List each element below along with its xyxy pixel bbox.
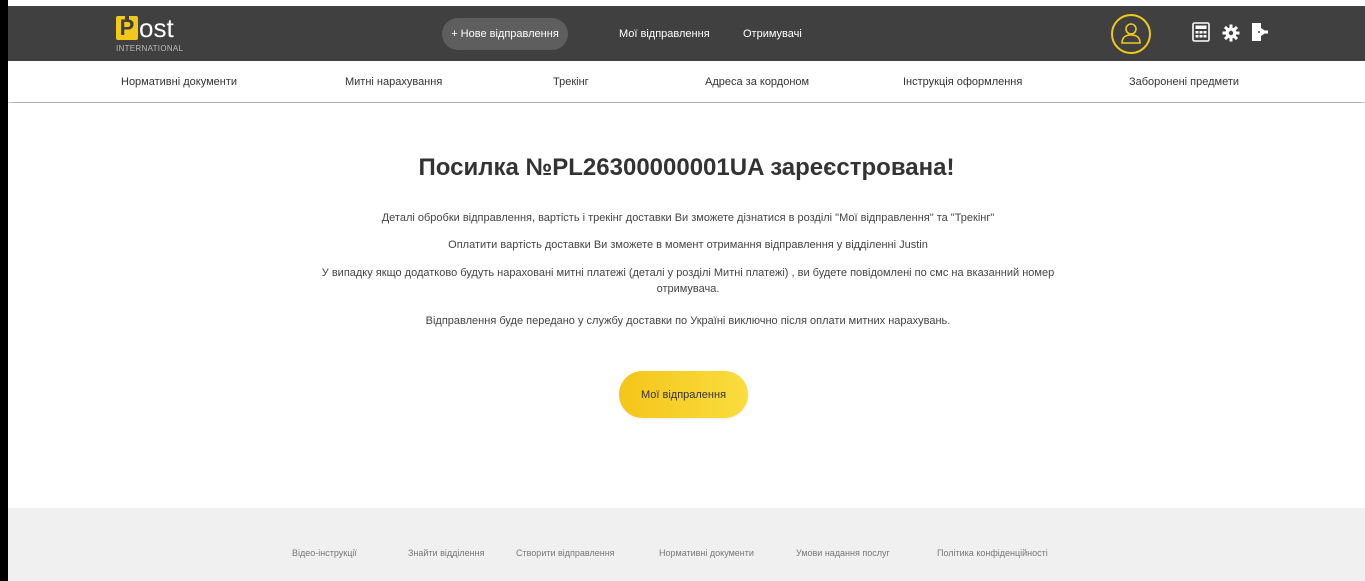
new-shipment-button[interactable]: + Нове відправлення	[442, 18, 568, 50]
calculator-icon[interactable]	[1192, 22, 1212, 44]
logout-icon[interactable]	[1251, 22, 1271, 44]
logo-text: ost	[139, 13, 174, 43]
logo-subtext: INTERNATIONAL	[116, 44, 184, 53]
secondary-nav: Нормативні документи Митні нарахування Т…	[8, 61, 1365, 102]
page-title: Посилка №PL26300000001UA зареєстрована!	[418, 154, 955, 181]
confirmation-content: Посилка №PL26300000001UA зареєстрована! …	[8, 103, 1365, 508]
info-delivery-ukraine: Відправлення буде передано у службу дост…	[425, 315, 951, 327]
subnav-address-abroad[interactable]: Адреса за кордоном	[705, 61, 809, 103]
window-left-edge	[0, 0, 8, 581]
gear-icon[interactable]	[1222, 22, 1242, 44]
my-shipments-link[interactable]: Мої відправлення	[619, 18, 710, 50]
my-shipments-button[interactable]: Мої відпралення	[619, 371, 748, 418]
logo-notch	[125, 14, 129, 20]
footer: Відео-інструкції Знайти відділення Створ…	[8, 508, 1365, 581]
info-payment: Оплатити вартість доставки Ви зможете в …	[448, 239, 928, 251]
subnav-tracking[interactable]: Трекінг	[553, 61, 589, 103]
subnav-prohibited-items[interactable]: Заборонені предмети	[1129, 61, 1239, 103]
info-processing-details: Деталі обробки відправлення, вартість і …	[381, 212, 995, 224]
post-international-logo[interactable]: P ost INTERNATIONAL	[116, 14, 196, 58]
subnav-regulatory-documents[interactable]: Нормативні документи	[121, 61, 237, 103]
subnav-registration-instructions[interactable]: Інструкція оформлення	[903, 61, 1022, 103]
subnav-customs-charges[interactable]: Митні нарахування	[345, 61, 442, 103]
footer-link-regulatory-documents[interactable]: Нормативні документи	[659, 548, 754, 558]
footer-link-video-instructions[interactable]: Відео-інструкції	[292, 548, 357, 558]
recipients-link[interactable]: Отримувачі	[743, 18, 802, 50]
top-navbar: P ost INTERNATIONAL + Нове відправлення …	[8, 6, 1365, 61]
info-customs: У випадку якщо додатково будуть нарахова…	[321, 267, 1055, 295]
footer-link-terms-of-service[interactable]: Умови надання послуг	[796, 548, 890, 558]
footer-link-privacy-policy[interactable]: Політика конфіденційності	[937, 548, 1048, 558]
user-icon[interactable]	[1111, 14, 1151, 54]
footer-link-create-shipment[interactable]: Створити відправлення	[516, 548, 615, 558]
footer-link-find-branch[interactable]: Знайти відділення	[408, 548, 484, 558]
